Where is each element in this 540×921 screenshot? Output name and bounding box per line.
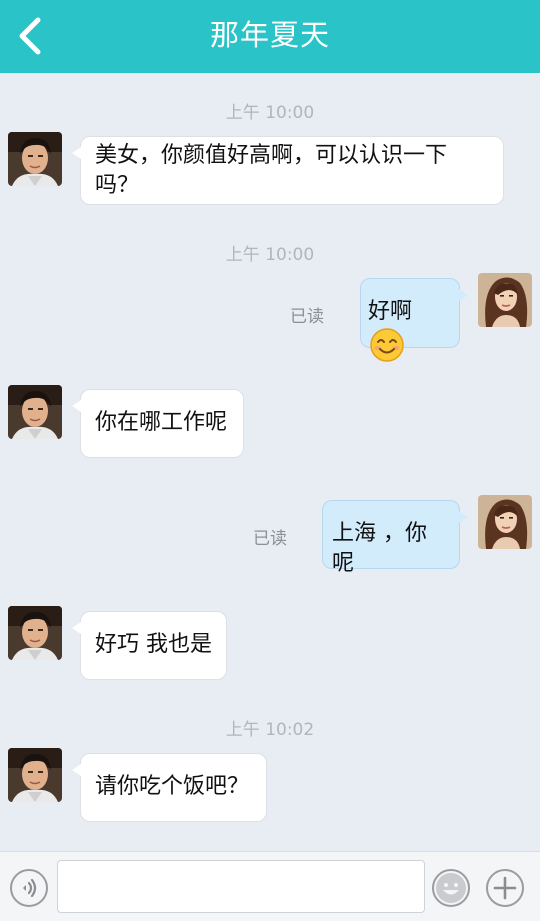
voice-icon <box>23 878 37 898</box>
message-text: 请你吃个饭吧？ <box>95 774 250 799</box>
message-bubble-received[interactable]: 请你吃个饭吧？ <box>72 753 267 822</box>
plus-icon <box>493 876 517 900</box>
emoji-face-icon <box>436 873 466 903</box>
smile-emoji-icon <box>370 328 404 362</box>
chat-title: 那年夏天 <box>209 18 330 52</box>
emoji-button[interactable] <box>432 869 470 907</box>
message-bubble-sent[interactable]: 上海 ，你呢 <box>322 500 468 576</box>
read-receipt: 已读 <box>290 307 324 327</box>
message-text: 吗？ <box>95 173 140 198</box>
read-receipt: 已读 <box>253 529 287 549</box>
contact-avatar[interactable] <box>8 748 62 802</box>
my-avatar[interactable] <box>478 495 532 549</box>
message-text: 美女，你颜值好高啊，可以认识一下 <box>95 143 448 168</box>
timestamp: 上午 10:00 <box>225 245 315 265</box>
timestamp: 上午 10:02 <box>225 720 315 740</box>
message-input[interactable] <box>57 860 425 913</box>
message-bubble-received[interactable]: 好巧 我也是 <box>72 611 227 680</box>
message-bubble-received[interactable]: 你在哪工作呢 <box>72 389 244 458</box>
message-text: 上海 ，你呢 <box>332 521 427 576</box>
message-bubble-sent[interactable]: 好啊 <box>360 278 468 362</box>
top-bar: 那年夏天 <box>0 0 540 73</box>
contact-avatar[interactable] <box>8 606 62 660</box>
voice-button[interactable] <box>10 869 48 907</box>
timestamp: 上午 10:00 <box>225 103 315 123</box>
input-bar <box>0 851 540 921</box>
my-avatar[interactable] <box>478 273 532 327</box>
message-text: 好啊 <box>368 299 413 324</box>
message-text: 好巧 我也是 <box>95 632 212 657</box>
contact-avatar[interactable] <box>8 385 62 439</box>
add-button[interactable] <box>486 869 524 907</box>
message-text: 你在哪工作呢 <box>95 410 228 435</box>
contact-avatar[interactable] <box>8 132 62 186</box>
message-bubble-received[interactable]: 美女，你颜值好高啊，可以认识一下 吗？ <box>72 136 504 205</box>
